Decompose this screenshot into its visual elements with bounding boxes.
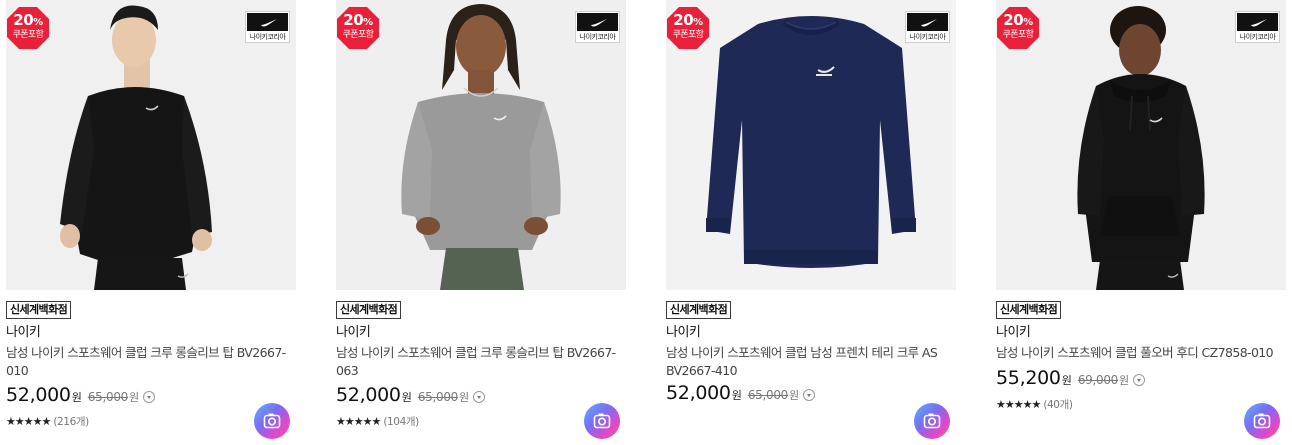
price-info-icon[interactable]	[1133, 374, 1146, 386]
coupon-label: 쿠폰포함	[12, 30, 44, 40]
coupon-badge: 20% 쿠폰포함	[996, 6, 1040, 50]
coupon-percent: 20%	[13, 11, 43, 29]
brand-logo: 나이키코리아	[1235, 11, 1280, 43]
camera-search-button[interactable]	[584, 403, 620, 439]
original-price: 65,000	[747, 388, 789, 402]
coupon-percent: 20%	[1003, 11, 1033, 29]
coupon-badge: 20% 쿠폰포함	[666, 6, 710, 50]
camera-search-button[interactable]	[254, 403, 290, 439]
brand-logo-label: 나이키코리아	[249, 33, 286, 41]
product-card[interactable]: 20% 쿠폰포함 나이키코리아 신세계백화점 나이키 남성 나이키 스포츠웨어 …	[6, 0, 296, 445]
price-info-icon[interactable]	[473, 391, 486, 403]
brand-logo-label: 나이키코리아	[579, 33, 616, 41]
nike-swoosh-icon	[591, 19, 607, 27]
brand-logo-label: 나이키코리아	[909, 33, 946, 41]
camera-icon	[923, 413, 941, 429]
original-price: 65,000	[417, 390, 459, 404]
review-count: (216개)	[53, 416, 89, 428]
brand-name[interactable]: 나이키	[666, 325, 701, 341]
price-unit: 원	[731, 389, 742, 402]
product-name[interactable]: 남성 나이키 스포츠웨어 클럽 크루 롱슬리브 탑 BV2667-063	[336, 344, 628, 380]
product-name[interactable]: 남성 나이키 스포츠웨어 클럽 크루 롱슬리브 탑 BV2667-010	[6, 344, 298, 380]
nike-swoosh-icon	[1251, 19, 1267, 27]
price-row: 55,200원 69,000원	[996, 367, 1146, 391]
rating: ★★★★★ (104개)	[336, 410, 419, 428]
camera-icon	[1253, 413, 1271, 429]
store-tag: 신세계백화점	[336, 301, 402, 319]
brand-name[interactable]: 나이키	[6, 325, 41, 341]
sale-price: 52,000	[336, 384, 401, 406]
price-info-icon[interactable]	[143, 391, 156, 403]
camera-search-button[interactable]	[914, 403, 950, 439]
price-unit: 원	[401, 391, 412, 404]
rating-stars: ★★★★★	[6, 415, 51, 428]
rating-stars: ★★★★★	[336, 415, 381, 428]
rating: ★★★★★ (40개)	[996, 393, 1073, 411]
store-tag: 신세계백화점	[666, 301, 732, 319]
coupon-badge: 20% 쿠폰포함	[6, 6, 50, 50]
original-price-unit: 원	[1119, 374, 1130, 387]
coupon-percent: 20%	[673, 11, 703, 29]
coupon-percent: 20%	[343, 11, 373, 29]
original-price-unit: 원	[129, 391, 140, 404]
original-price: 65,000	[87, 390, 129, 404]
coupon-label: 쿠폰포함	[342, 30, 374, 40]
rating: ★★★★★ (216개)	[6, 410, 89, 428]
brand-logo: 나이키코리아	[575, 11, 620, 43]
review-count: (40개)	[1043, 399, 1073, 411]
product-name[interactable]: 남성 나이키 스포츠웨어 클럽 풀오버 후디 CZ7858-010	[996, 344, 1288, 362]
nike-swoosh-icon	[921, 19, 937, 27]
brand-logo: 나이키코리아	[245, 11, 290, 43]
nike-swoosh-icon	[261, 19, 277, 27]
brand-name[interactable]: 나이키	[996, 325, 1031, 341]
brand-logo: 나이키코리아	[905, 11, 950, 43]
rating-stars: ★★★★★	[996, 398, 1041, 411]
sale-price: 52,000	[6, 384, 71, 406]
product-card[interactable]: 20% 쿠폰포함 나이키코리아 신세계백화점 나이키 남성 나이키 스포츠웨어 …	[666, 0, 956, 445]
original-price-unit: 원	[789, 389, 800, 402]
sale-price: 52,000	[666, 382, 731, 404]
product-card[interactable]: 20% 쿠폰포함 나이키코리아 신세계백화점 나이키 남성 나이키 스포츠웨어 …	[336, 0, 626, 445]
brand-logo-label: 나이키코리아	[1239, 33, 1276, 41]
store-tag: 신세계백화점	[996, 301, 1062, 319]
original-price: 69,000	[1077, 373, 1119, 387]
sale-price: 55,200	[996, 367, 1061, 389]
coupon-label: 쿠폰포함	[1002, 30, 1034, 40]
review-count: (104개)	[383, 416, 419, 428]
price-row: 52,000원 65,000원	[6, 384, 156, 408]
price-unit: 원	[1061, 374, 1072, 387]
price-unit: 원	[71, 391, 82, 404]
coupon-badge: 20% 쿠폰포함	[336, 6, 380, 50]
coupon-label: 쿠폰포함	[672, 30, 704, 40]
camera-icon	[263, 413, 281, 429]
price-info-icon[interactable]	[803, 389, 816, 401]
price-row: 52,000원 65,000원	[336, 384, 486, 408]
brand-name[interactable]: 나이키	[336, 325, 371, 341]
product-card[interactable]: 20% 쿠폰포함 나이키코리아 신세계백화점 나이키 남성 나이키 스포츠웨어 …	[996, 0, 1286, 445]
camera-icon	[593, 413, 611, 429]
original-price-unit: 원	[459, 391, 470, 404]
product-name[interactable]: 남성 나이키 스포츠웨어 클럽 남성 프렌치 테리 크루 AS BV2667-4…	[666, 344, 958, 380]
camera-search-button[interactable]	[1244, 403, 1280, 439]
store-tag: 신세계백화점	[6, 301, 72, 319]
price-row: 52,000원 65,000원	[666, 382, 816, 406]
